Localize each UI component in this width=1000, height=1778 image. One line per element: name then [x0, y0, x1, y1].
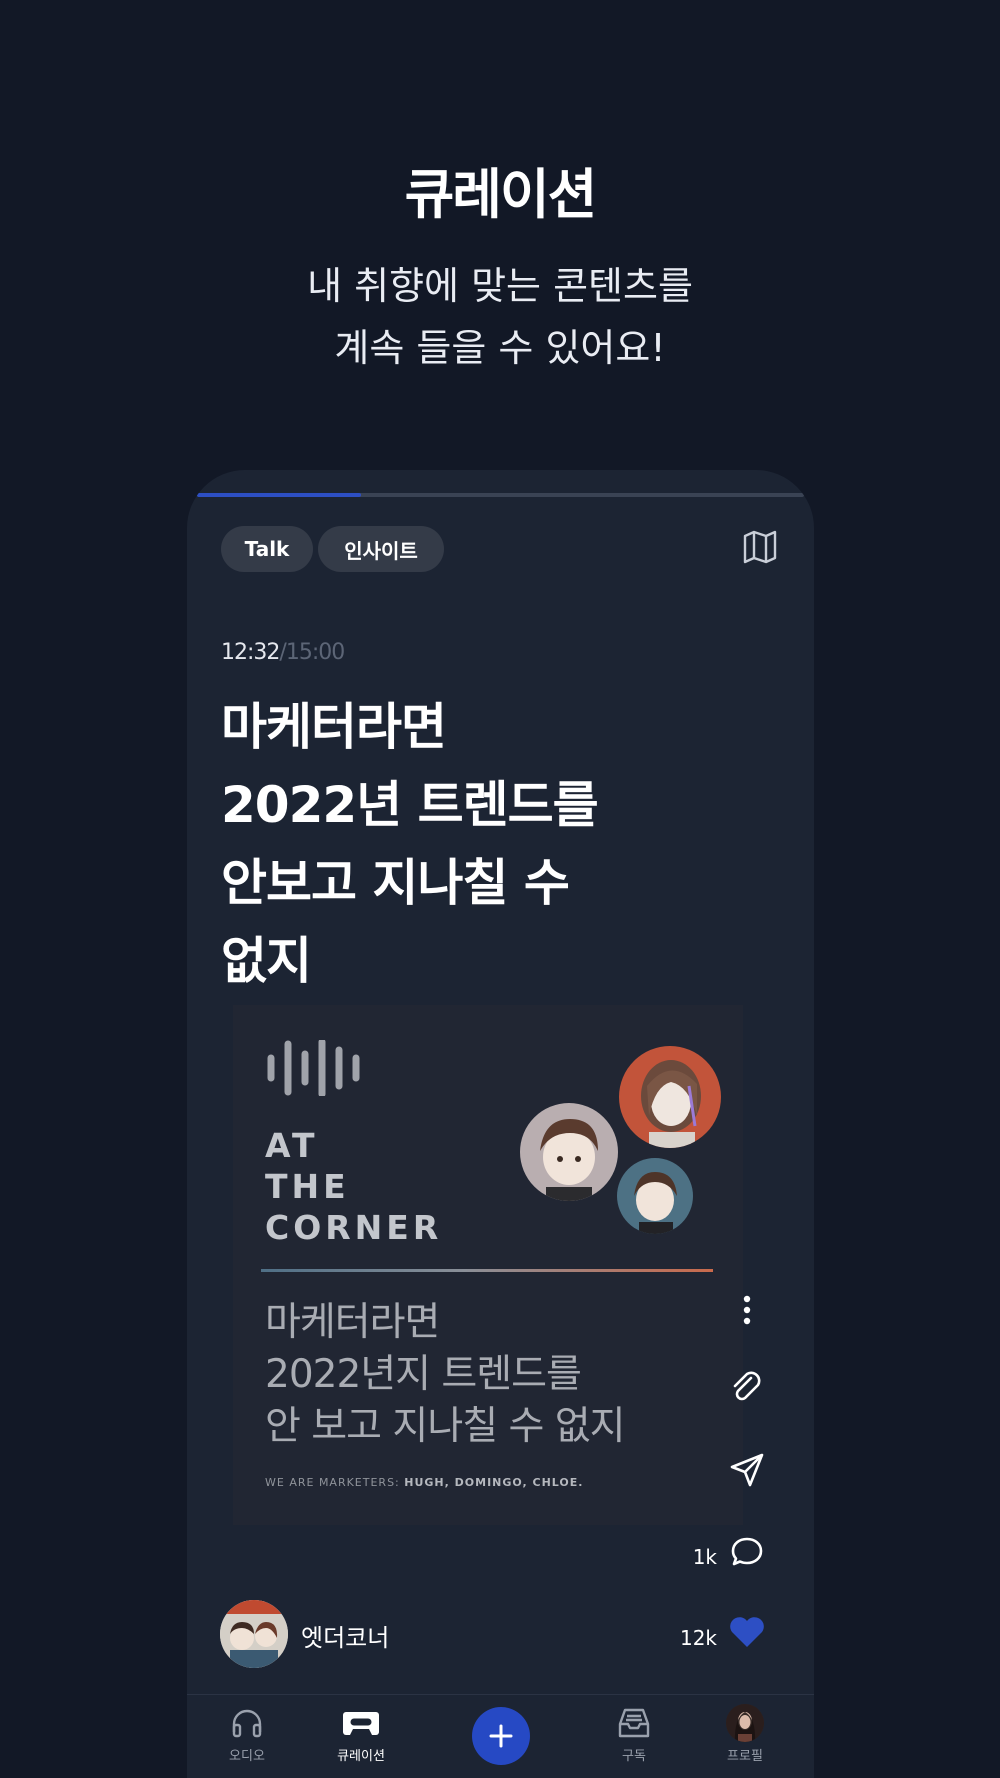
- artwork-divider: [261, 1269, 713, 1272]
- tab-audio[interactable]: 오디오: [202, 1703, 292, 1764]
- more-vertical-icon: [743, 1295, 751, 1325]
- profile-avatar: [726, 1704, 764, 1742]
- host-avatar: [619, 1046, 721, 1148]
- episode-title-line: 마케터라면: [221, 698, 447, 756]
- tab-subscriptions[interactable]: 구독: [589, 1703, 679, 1764]
- playback-time: 12:32/15:00: [221, 640, 345, 665]
- episode-artwork[interactable]: AT THE CORNER 마케터라면 2022년지 트렌드를 안 보고 지나칠…: [233, 1005, 743, 1525]
- playback-progress-fill: [197, 493, 361, 497]
- heart-icon: [730, 1617, 764, 1647]
- tab-label: 구독: [622, 1749, 646, 1764]
- show-logo-line: AT: [265, 1126, 319, 1165]
- artwork-credits-names: HUGH, DOMINGO, CHLOE.: [404, 1476, 584, 1489]
- phone-screen: Talk 인사이트 12:32/15:00 마케터라면 2022년 트렌드를 안…: [187, 470, 814, 1778]
- hero-subtitle: 내 취향에 맞는 콘텐츠를 계속 들을 수 있어요!: [0, 255, 1000, 379]
- episode-title-line: 안보고 지나칠 수: [221, 854, 570, 912]
- host-avatar: [617, 1158, 693, 1234]
- comment-button[interactable]: [727, 1532, 767, 1572]
- current-time: 12:32: [221, 640, 280, 665]
- artwork-text: 마케터라면 2022년지 트렌드를 안 보고 지나칠 수 없지: [265, 1297, 626, 1453]
- inbox-icon: [618, 1708, 650, 1738]
- audio-wave-icon: [267, 1040, 360, 1096]
- tag-insight[interactable]: 인사이트: [318, 526, 444, 572]
- hero-subtitle-line: 계속 들을 수 있어요!: [334, 326, 666, 370]
- attach-button[interactable]: [727, 1368, 767, 1408]
- hero-title: 큐레이션: [404, 163, 598, 226]
- tab-label: 큐레이션: [337, 1749, 385, 1764]
- share-button[interactable]: [727, 1450, 767, 1490]
- artwork-text-line: 안 보고 지나칠 수 없지: [265, 1404, 626, 1449]
- show-logo: AT THE CORNER: [265, 1125, 442, 1248]
- episode-title: 마케터라면 2022년 트렌드를 안보고 지나칠 수 없지: [221, 688, 741, 1000]
- create-button[interactable]: [472, 1707, 530, 1765]
- channel-name[interactable]: 엣더코너: [301, 1618, 389, 1653]
- show-logo-line: CORNER: [265, 1208, 443, 1247]
- tab-label: 오디오: [229, 1749, 265, 1764]
- artwork-credits-prefix: WE ARE MARKETERS:: [265, 1476, 405, 1489]
- total-time: 15:00: [285, 640, 345, 665]
- artwork-text-line: 2022년지 트렌드를: [265, 1352, 582, 1397]
- bottom-tab-bar: 오디오 큐레이션 구독 프로필: [187, 1694, 814, 1778]
- plus-icon: [489, 1724, 513, 1748]
- cassette-icon: [343, 1712, 379, 1735]
- playback-progress-bar[interactable]: [197, 493, 804, 497]
- hero-subtitle-line: 내 취향에 맞는 콘텐츠를: [307, 264, 693, 308]
- send-icon: [730, 1453, 764, 1487]
- tag-talk[interactable]: Talk: [221, 526, 313, 572]
- more-options-button[interactable]: [727, 1290, 767, 1330]
- host-avatar: [520, 1103, 618, 1201]
- like-count: 12k: [679, 1626, 717, 1650]
- episode-title-line: 없지: [221, 932, 312, 990]
- tab-curation[interactable]: 큐레이션: [316, 1703, 406, 1764]
- tab-profile[interactable]: 프로필: [700, 1703, 790, 1764]
- headphones-icon: [232, 1709, 262, 1738]
- like-button[interactable]: [727, 1612, 767, 1652]
- episode-title-line: 2022년 트렌드를: [221, 776, 599, 834]
- paperclip-icon: [733, 1371, 761, 1401]
- show-logo-line: THE: [265, 1167, 350, 1206]
- map-icon[interactable]: [741, 528, 779, 566]
- tab-label: 프로필: [727, 1749, 763, 1764]
- comment-count: 1k: [692, 1545, 717, 1569]
- comment-icon: [731, 1537, 763, 1566]
- artwork-text-line: 마케터라면: [265, 1300, 440, 1345]
- channel-avatar[interactable]: [220, 1600, 288, 1668]
- artwork-credits: WE ARE MARKETERS: HUGH, DOMINGO, CHLOE.: [265, 1476, 583, 1489]
